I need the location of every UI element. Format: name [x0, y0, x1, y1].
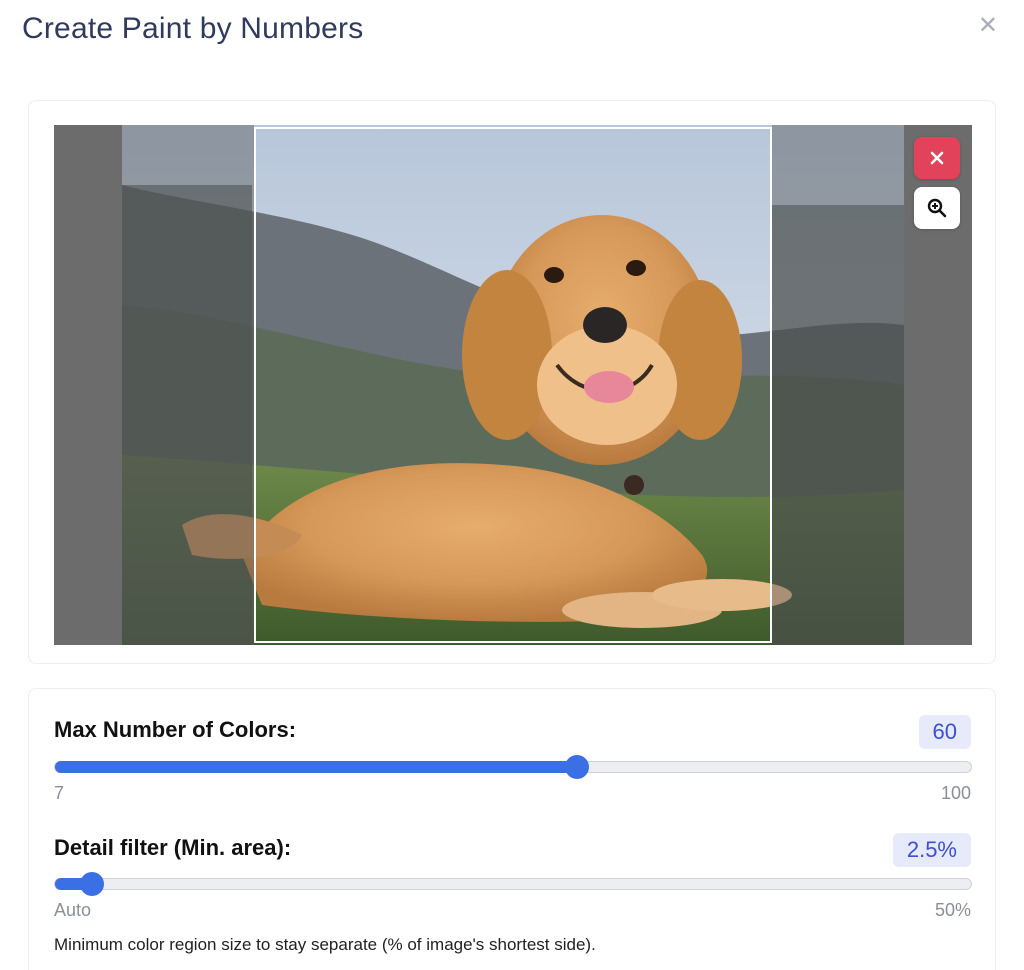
image-crop-area[interactable]	[54, 125, 972, 645]
remove-icon	[930, 151, 944, 165]
create-pbn-dialog: Create Paint by Numbers ✕ Max Number of …	[0, 0, 1024, 970]
detail-filter-value: 2.5%	[892, 833, 971, 867]
remove-image-button[interactable]	[914, 137, 960, 179]
max-colors-min: 7	[54, 783, 65, 803]
detail-filter-hint: Minimum color region size to stay separa…	[54, 935, 596, 954]
detail-filter-label: Detail filter (Min. area):	[54, 835, 292, 860]
dialog-title: Create Paint by Numbers	[22, 12, 364, 45]
max-colors-slider-fill	[55, 761, 578, 773]
detail-filter-slider-thumb[interactable]	[79, 872, 104, 896]
detail-filter-min: Auto	[54, 900, 92, 920]
crop-shade-left	[54, 125, 254, 645]
image-preview-card	[28, 100, 996, 664]
max-colors-label: Max Number of Colors:	[54, 717, 297, 742]
detail-filter-max: 50%	[934, 900, 971, 920]
max-colors-max: 100	[940, 783, 971, 803]
settings-card: Max Number of Colors: 60 7 100 Detail fi…	[28, 688, 996, 970]
zoom-image-button[interactable]	[914, 187, 960, 229]
max-colors-slider-thumb[interactable]	[565, 755, 590, 779]
close-icon[interactable]: ✕	[978, 14, 998, 38]
zoom-in-icon	[927, 198, 947, 218]
max-colors-value: 60	[918, 715, 971, 749]
detail-filter-slider[interactable]	[54, 872, 972, 896]
max-colors-slider[interactable]	[54, 755, 972, 779]
